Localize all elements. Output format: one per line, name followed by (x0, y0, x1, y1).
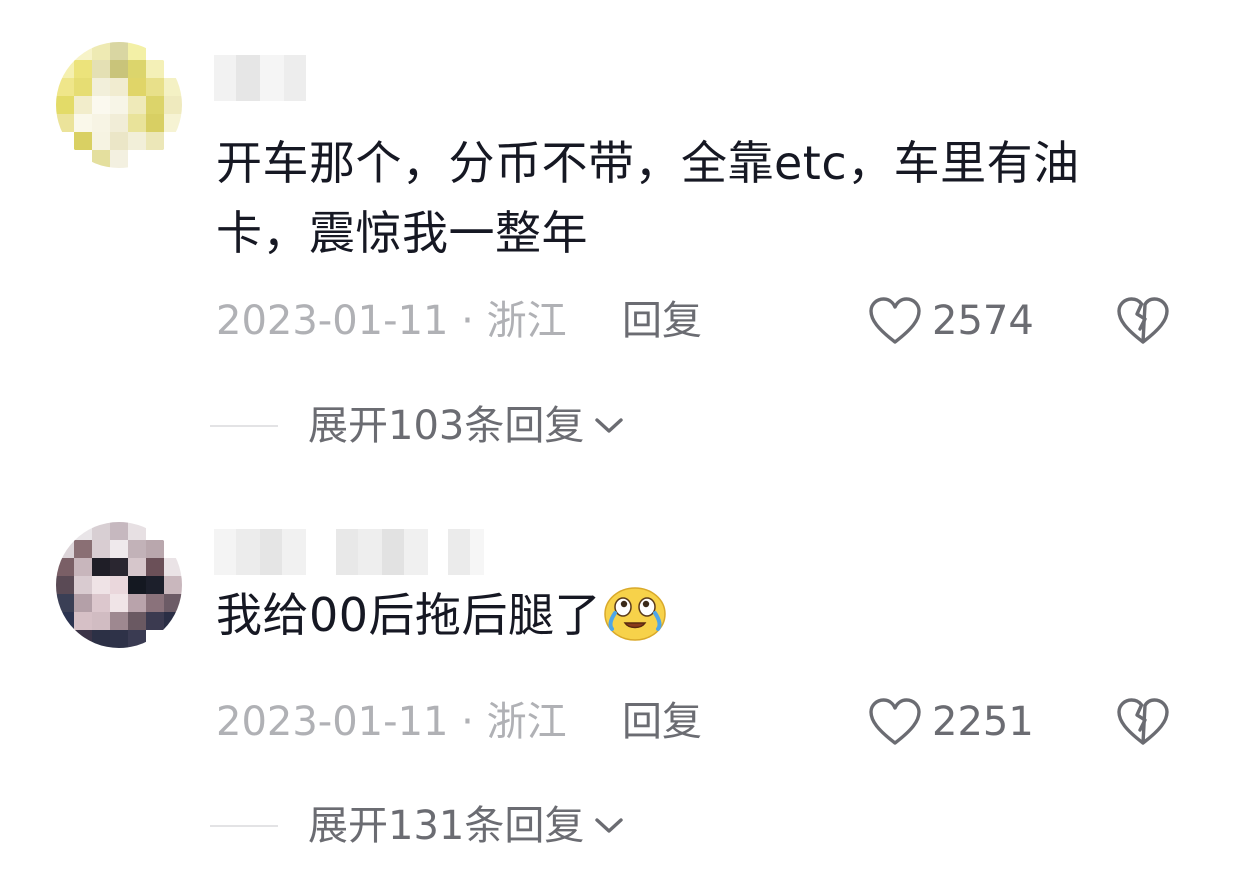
expand-replies-label: 展开103条回复 (308, 403, 585, 449)
comment-text: 我给00后拖后腿了 (216, 580, 1196, 650)
broken-heart-icon (1117, 698, 1169, 745)
dislike-button[interactable] (1116, 295, 1170, 347)
avatar-mosaic (56, 522, 182, 648)
crying-laughing-face-icon (604, 587, 666, 641)
dislike-button[interactable] (1116, 696, 1170, 748)
comment-item: 我给00后拖后腿了 2023-01-11 · 浙江 回复 2251 展开131条… (0, 470, 1240, 881)
username-blurred[interactable] (214, 55, 306, 101)
avatar-mosaic (56, 42, 182, 168)
expand-replies-button[interactable]: 展开131条回复 (210, 796, 710, 856)
chevron-down-icon (595, 418, 624, 433)
comment-text-content: 我给00后拖后腿了 (216, 588, 602, 642)
like-button[interactable]: 2574 (868, 293, 1034, 349)
date-location: 2023-01-11 · 浙江 (216, 699, 567, 745)
like-button[interactable]: 2251 (868, 694, 1034, 750)
reply-button[interactable]: 回复 (622, 694, 702, 750)
divider-line (210, 825, 278, 827)
chevron-down-icon (595, 818, 624, 833)
divider-line (210, 425, 278, 427)
avatar[interactable] (56, 42, 182, 168)
comment-meta: 2023-01-11 · 浙江 回复 2574 (216, 293, 1176, 349)
like-count: 2574 (932, 298, 1034, 344)
broken-heart-icon (1117, 297, 1169, 344)
comment-text: 开车那个，分币不带，全靠etc，车里有油 卡，震惊我一整年 (216, 136, 1080, 260)
avatar[interactable] (56, 522, 182, 648)
heart-outline-icon (869, 297, 921, 344)
reply-button[interactable]: 回复 (622, 293, 702, 349)
username-blurred[interactable] (214, 529, 490, 575)
heart-outline-icon (869, 698, 921, 745)
comment-meta: 2023-01-11 · 浙江 回复 2251 (216, 694, 1176, 750)
expand-replies-button[interactable]: 展开103条回复 (210, 396, 710, 456)
date-location: 2023-01-11 · 浙江 (216, 298, 567, 344)
expand-replies-label: 展开131条回复 (308, 803, 585, 849)
comment-item: 开车那个，分币不带，全靠etc，车里有油 卡，震惊我一整年 2023-01-11… (0, 0, 1240, 470)
like-count: 2251 (932, 699, 1034, 745)
